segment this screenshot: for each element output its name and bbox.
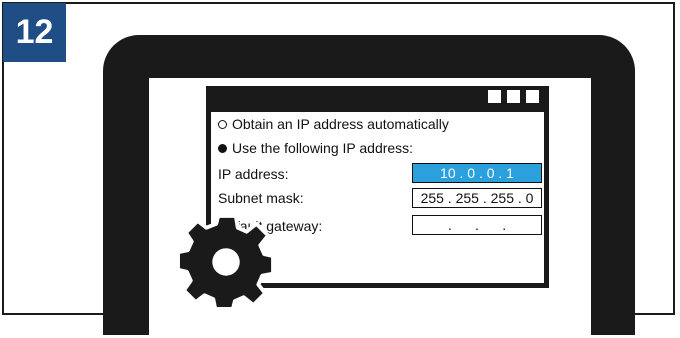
maximize-button[interactable]: [507, 90, 520, 103]
radio-option-automatic-label: Obtain an IP address automatically: [232, 116, 449, 132]
default-gateway-field[interactable]: . . .: [412, 215, 542, 235]
step-number: 12: [15, 13, 54, 51]
subnet-mask-label: Subnet mask:: [218, 190, 304, 206]
radio-option-manual[interactable]: Use the following IP address:: [218, 140, 413, 156]
gear-icon: [178, 213, 276, 310]
step-badge: 12: [3, 3, 66, 62]
minimize-button[interactable]: [488, 90, 501, 103]
radio-off-icon[interactable]: [218, 119, 227, 129]
ip-address-field[interactable]: 10 . 0 . 0 . 1: [412, 163, 542, 183]
radio-option-manual-label: Use the following IP address:: [232, 140, 414, 156]
radio-option-automatic[interactable]: Obtain an IP address automatically: [218, 116, 449, 132]
subnet-mask-field[interactable]: 255 . 255 . 255 . 0: [412, 188, 542, 208]
radio-on-icon[interactable]: [218, 143, 227, 153]
ip-address-label: IP address:: [218, 166, 289, 182]
close-button[interactable]: [526, 90, 539, 103]
